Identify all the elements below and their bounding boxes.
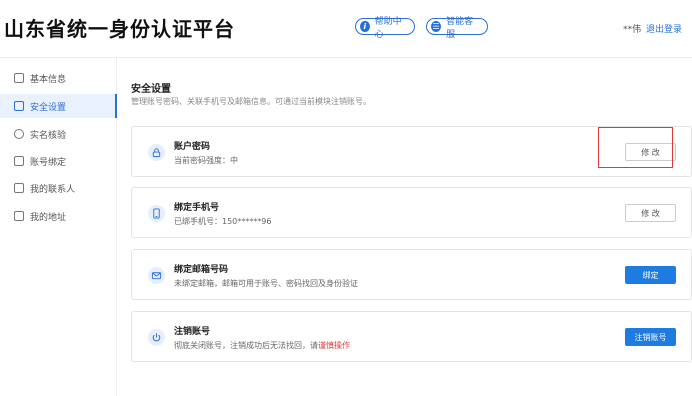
card-title: 账户密码 xyxy=(174,142,211,152)
contact-icon xyxy=(14,183,24,193)
phone-icon xyxy=(148,205,165,222)
section-title: 安全设置 xyxy=(131,84,171,95)
help-center-button[interactable]: i 帮助中心 xyxy=(355,17,415,40)
lock-icon xyxy=(148,144,165,161)
card-title: 绑定手机号 xyxy=(174,203,220,213)
top-header: 山东省统一身份认证平台 i 帮助中心 ☰ 智能客服 **伟 退出登录 xyxy=(0,0,692,58)
card-title: 绑定邮箱号码 xyxy=(174,265,229,275)
people-icon xyxy=(14,129,24,139)
smart-service-button[interactable]: ☰ 智能客服 xyxy=(426,17,488,40)
card-email: 绑定邮箱号码 未绑定邮箱，邮箱可用于账号、密码找回及身份验证 绑定 xyxy=(131,249,692,300)
shield-icon xyxy=(14,101,24,111)
deregister-account-button[interactable]: 注销账号 xyxy=(625,328,676,346)
app-title: 山东省统一身份认证平台 xyxy=(4,17,235,41)
sidebar-item-contacts[interactable]: 我的联系人 xyxy=(0,176,117,200)
card-deregister: 注销账号 彻底关闭账号，注销成功后无法找回，请谨慎操作 注销账号 xyxy=(131,311,692,362)
sidebar: 基本信息 安全设置 实名核验 账号绑定 我的联系人 我的地址 xyxy=(0,58,117,396)
sidebar-item-label: 我的地址 xyxy=(30,212,67,223)
section-description: 管理账号密码、关联手机号及邮箱信息。可通过当前模块注销账号。 xyxy=(131,97,371,106)
mail-icon xyxy=(148,267,165,284)
power-icon xyxy=(148,329,165,346)
sidebar-item-security[interactable]: 安全设置 xyxy=(0,94,117,118)
link-icon xyxy=(14,156,24,166)
main-content: 安全设置 管理账号密码、关联手机号及邮箱信息。可通过当前模块注销账号。 账户密码… xyxy=(118,58,692,396)
sidebar-item-label: 账号绑定 xyxy=(30,157,67,168)
card-title: 注销账号 xyxy=(174,327,211,337)
modify-password-button[interactable]: 修 改 xyxy=(625,143,676,161)
card-password: 账户密码 当前密码强度：中 修 改 xyxy=(131,126,692,177)
info-icon: i xyxy=(360,21,370,32)
document-icon xyxy=(14,73,24,83)
card-subtitle: 未绑定邮箱，邮箱可用于账号、密码找回及身份验证 xyxy=(174,279,358,288)
warning-text: 谨慎操作 xyxy=(318,341,350,350)
user-area: **伟 退出登录 xyxy=(623,22,682,35)
sidebar-item-account-binding[interactable]: 账号绑定 xyxy=(0,149,117,173)
sidebar-item-label: 基本信息 xyxy=(30,74,67,85)
sidebar-item-label: 我的联系人 xyxy=(30,184,76,195)
sidebar-item-label: 安全设置 xyxy=(30,102,67,113)
sidebar-item-address[interactable]: 我的地址 xyxy=(0,204,117,228)
logout-link[interactable]: 退出登录 xyxy=(646,25,682,35)
sidebar-item-verification[interactable]: 实名核验 xyxy=(0,122,117,146)
card-subtitle: 当前密码强度：中 xyxy=(174,156,238,165)
sidebar-item-basic-info[interactable]: 基本信息 xyxy=(0,66,117,90)
user-name: **伟 xyxy=(623,25,642,35)
card-subtitle-text: 彻底关闭账号，注销成功后无法找回，请 xyxy=(174,341,318,350)
card-subtitle: 已绑手机号：150******96 xyxy=(174,217,272,226)
bind-email-button[interactable]: 绑定 xyxy=(625,266,676,284)
smart-service-label: 智能客服 xyxy=(446,16,474,40)
help-center-label: 帮助中心 xyxy=(374,16,402,40)
sidebar-item-label: 实名核验 xyxy=(30,130,67,141)
modify-phone-button[interactable]: 修 改 xyxy=(625,204,676,222)
address-icon xyxy=(14,211,24,221)
card-phone: 绑定手机号 已绑手机号：150******96 修 改 xyxy=(131,187,692,238)
card-subtitle: 彻底关闭账号，注销成功后无法找回，请谨慎操作 xyxy=(174,340,350,351)
chat-icon: ☰ xyxy=(431,21,442,32)
